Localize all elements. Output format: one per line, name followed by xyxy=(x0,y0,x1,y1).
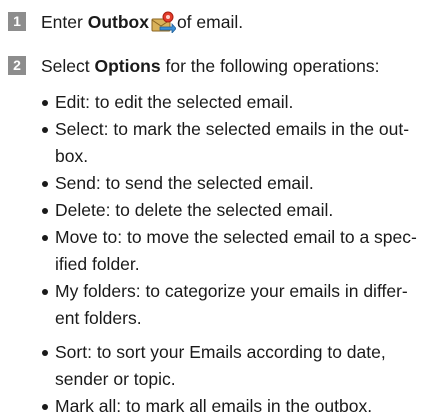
step-2-number: 2 xyxy=(8,56,26,75)
step-1-suffix: of email. xyxy=(176,12,244,32)
option-sort: Sort: to sort your Emails according to d… xyxy=(41,339,441,393)
option-my-folders: My folders: to categorize your emails in… xyxy=(41,278,441,332)
option-sort-line-2: sender or topic. xyxy=(55,369,176,389)
option-sort-line-1: Sort: to sort your Emails according to d… xyxy=(55,342,386,362)
option-send: Send: to send the selected email. xyxy=(41,170,441,197)
option-my-folders-line-1: My folders: to categorize your emails in… xyxy=(55,281,408,301)
options-list: Edit: to edit the selected email. Select… xyxy=(41,89,441,420)
option-mark-all: Mark all: to mark all emails in the outb… xyxy=(41,393,441,420)
outbox-label: Outbox xyxy=(87,12,149,32)
step-1-text: Enter Outbox of email. xyxy=(41,11,243,33)
options-label: Options xyxy=(94,56,161,76)
option-edit: Edit: to edit the selected email. xyxy=(41,89,441,116)
outbox-icon xyxy=(150,11,176,33)
option-my-folders-line-2: ent folders. xyxy=(55,308,142,328)
option-move-to-line-1: Move to: to move the selected email to a… xyxy=(55,227,417,247)
option-move-to: Move to: to move the selected email to a… xyxy=(41,224,441,278)
step-2-suffix: for the following operations: xyxy=(160,56,380,76)
option-delete: Delete: to delete the selected email. xyxy=(41,197,441,224)
step-1-number: 1 xyxy=(8,12,26,31)
step-2-text: Select Options for the following operati… xyxy=(41,55,380,77)
option-select-line-2: box. xyxy=(55,146,89,166)
option-select-line-1: Select: to mark the selected emails in t… xyxy=(55,119,410,139)
step-2-prefix: Select xyxy=(41,56,95,76)
option-move-to-line-2: ified folder. xyxy=(55,254,140,274)
option-select: Select: to mark the selected emails in t… xyxy=(41,116,441,170)
step-1-prefix: Enter xyxy=(41,12,88,32)
